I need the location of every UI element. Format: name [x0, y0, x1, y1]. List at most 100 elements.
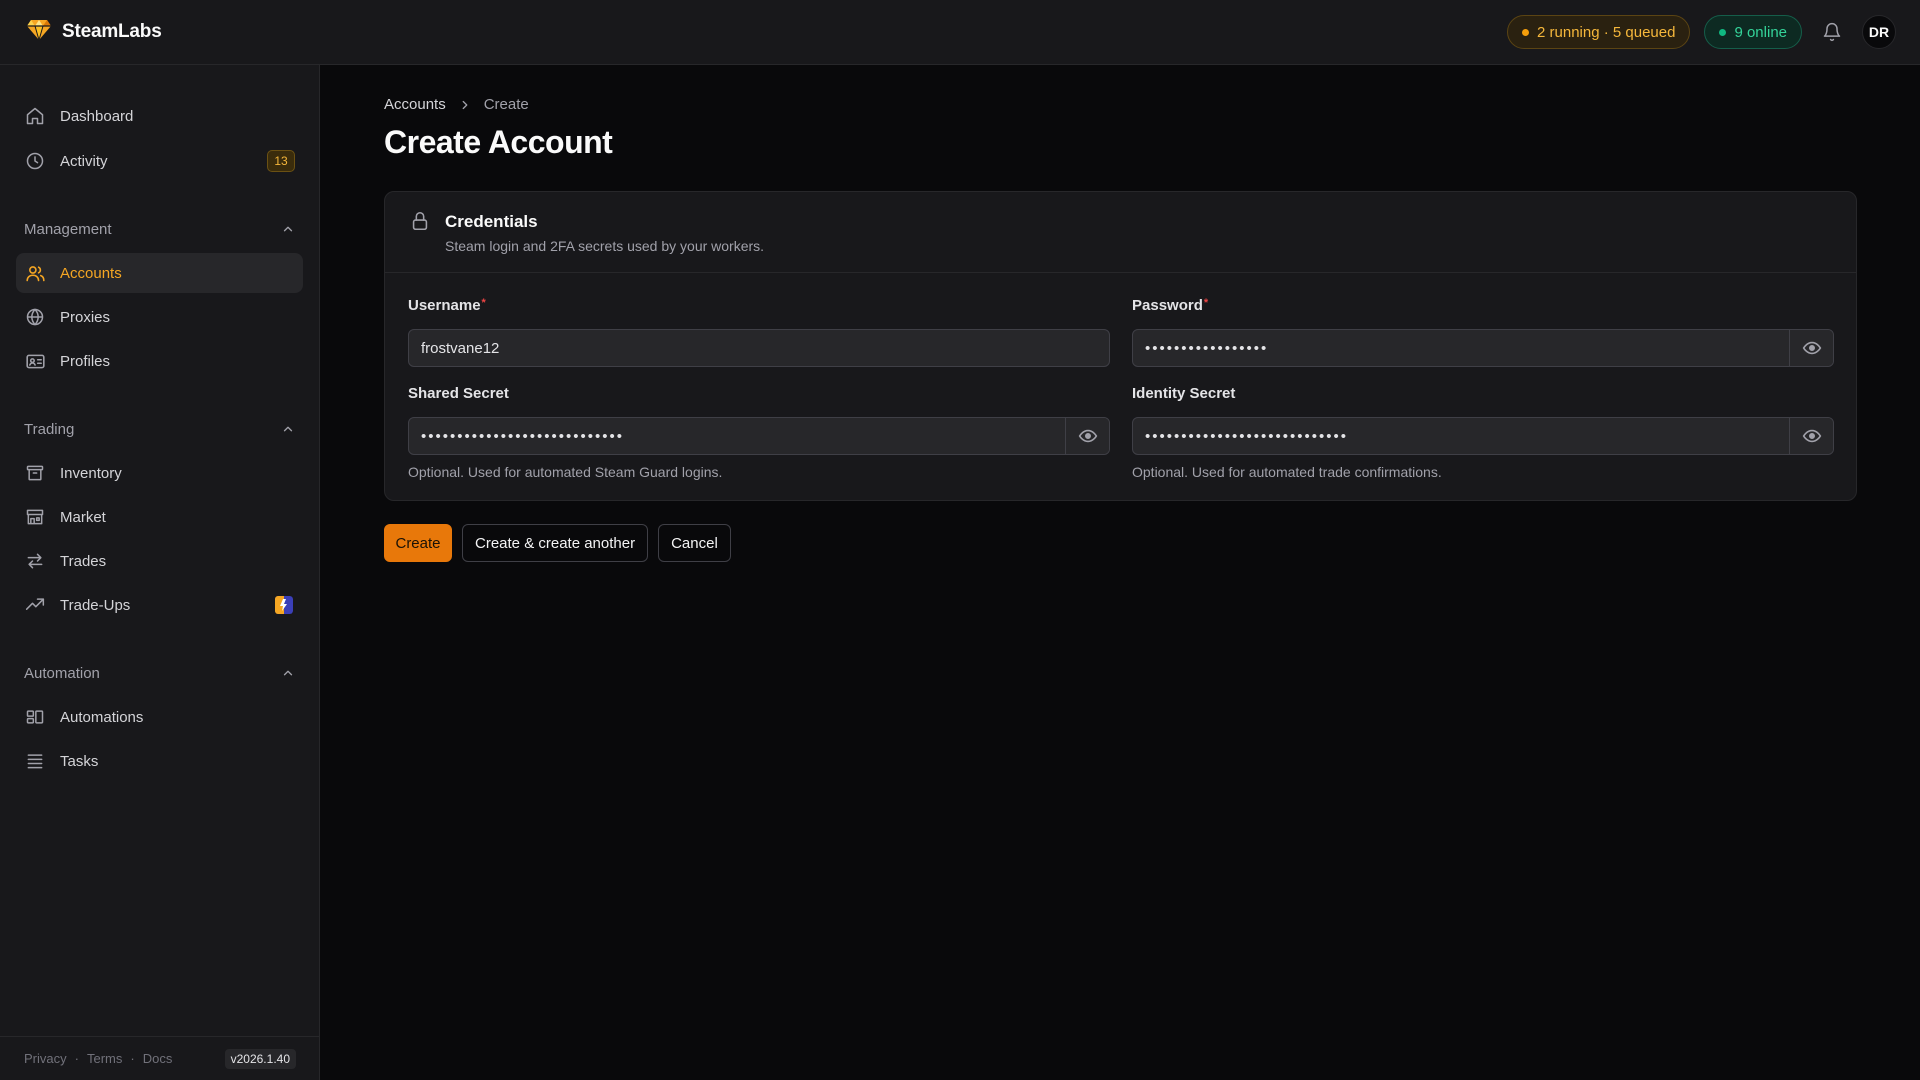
section-toggle-management[interactable]: Management	[24, 217, 295, 241]
form-actions: Create Create & create another Cancel	[384, 524, 731, 562]
diamond-logo-icon	[26, 19, 52, 45]
shared-secret-label: Shared Secret	[408, 385, 509, 402]
identity-secret-input[interactable]: ••••••••••••••••••••••••••••	[1133, 428, 1789, 445]
shared-secret-field-group: Shared Secret ••••••••••••••••••••••••••…	[408, 385, 1110, 480]
card-header: Credentials Steam login and 2FA secrets …	[385, 192, 1856, 273]
sidebar: Dashboard Activity 13 Management Account…	[0, 65, 320, 1080]
show-shared-secret-eye-icon[interactable]	[1065, 418, 1109, 454]
breadcrumb-accounts-link[interactable]: Accounts	[384, 96, 446, 113]
breadcrumb-current: Create	[483, 96, 529, 113]
chevron-up-icon	[281, 666, 295, 680]
section-title: Automation	[24, 664, 100, 682]
sidebar-item-label: Inventory	[60, 464, 122, 482]
footer-link-docs[interactable]: Docs	[143, 1051, 173, 1066]
sidebar-footer: Privacy · Terms · Docs v2026.1.40	[0, 1036, 320, 1080]
show-password-eye-icon[interactable]	[1789, 330, 1833, 366]
identity-secret-hint: Optional. Used for automated trade confi…	[1132, 464, 1442, 480]
top-bar: SteamLabs 2 running · 5 queued 9 online …	[0, 0, 1920, 65]
sidebar-item-label: Dashboard	[60, 107, 134, 125]
online-status-text: 9 online	[1734, 23, 1787, 41]
password-field-group: Password* •••••••••••••••••	[1132, 297, 1834, 367]
notifications-bell-icon[interactable]	[1816, 16, 1848, 48]
footer-separator: ·	[130, 1051, 135, 1066]
username-field-group: Username*	[408, 297, 1110, 367]
password-input[interactable]: •••••••••••••••••	[1133, 340, 1789, 357]
sidebar-item-inventory[interactable]: Inventory	[16, 453, 303, 493]
chevron-up-icon	[281, 222, 295, 236]
sidebar-item-activity[interactable]: Activity 13	[16, 141, 303, 181]
sidebar-item-label: Trades	[60, 552, 107, 570]
status-dot-icon	[1719, 28, 1727, 36]
layout-icon	[24, 706, 46, 728]
create-another-button[interactable]: Create & create another	[462, 524, 649, 562]
page-title: Create Account	[384, 124, 613, 160]
users-icon	[24, 262, 46, 284]
sidebar-item-label: Tasks	[60, 752, 99, 770]
username-input-wrap	[408, 329, 1110, 367]
footer-link-terms[interactable]: Terms	[87, 1051, 122, 1066]
clock-icon	[24, 150, 46, 172]
card-title: Credentials	[445, 212, 538, 231]
sidebar-item-label: Trade-Ups	[60, 596, 131, 614]
user-avatar[interactable]: DR	[1862, 15, 1896, 49]
status-dot-icon	[1522, 28, 1529, 36]
sidebar-item-tasks[interactable]: Tasks	[16, 741, 303, 781]
version-badge: v2026.1.40	[224, 1048, 296, 1069]
trending-up-icon	[24, 594, 46, 616]
footer-link-privacy[interactable]: Privacy	[24, 1051, 67, 1066]
sidebar-item-profiles[interactable]: Profiles	[16, 341, 303, 381]
username-label: Username*	[408, 297, 486, 314]
section-title: Trading	[24, 420, 75, 438]
home-icon	[24, 105, 46, 127]
lock-icon	[409, 209, 431, 237]
sidebar-item-proxies[interactable]: Proxies	[16, 297, 303, 337]
brand-name: SteamLabs	[62, 21, 162, 42]
sidebar-item-label: Profiles	[60, 352, 111, 370]
list-icon	[24, 750, 46, 772]
arrows-swap-icon	[24, 550, 46, 572]
sidebar-item-trades[interactable]: Trades	[16, 541, 303, 581]
id-card-icon	[24, 350, 46, 372]
shared-secret-input[interactable]: ••••••••••••••••••••••••••••	[409, 428, 1065, 445]
sidebar-item-market[interactable]: Market	[16, 497, 303, 537]
password-input-wrap: •••••••••••••••••	[1132, 329, 1834, 367]
archive-icon	[24, 462, 46, 484]
credentials-card: Credentials Steam login and 2FA secrets …	[384, 191, 1857, 501]
section-toggle-trading[interactable]: Trading	[24, 417, 295, 441]
identity-secret-input-wrap: ••••••••••••••••••••••••••••	[1132, 417, 1834, 455]
sidebar-item-label: Accounts	[60, 264, 122, 282]
shared-secret-hint: Optional. Used for automated Steam Guard…	[408, 464, 723, 480]
section-toggle-automation[interactable]: Automation	[24, 661, 295, 685]
queue-status-text: 2 running · 5 queued	[1537, 23, 1676, 41]
breadcrumb: Accounts Create	[384, 96, 529, 113]
sidebar-item-accounts[interactable]: Accounts	[16, 253, 303, 293]
username-input[interactable]	[409, 330, 1109, 366]
required-marker: *	[481, 297, 486, 309]
shared-secret-input-wrap: ••••••••••••••••••••••••••••	[408, 417, 1110, 455]
sidebar-item-label: Market	[60, 508, 106, 526]
create-button[interactable]: Create	[384, 524, 452, 562]
sidebar-item-label: Proxies	[60, 308, 111, 326]
show-identity-secret-eye-icon[interactable]	[1789, 418, 1833, 454]
sidebar-item-automations[interactable]: Automations	[16, 697, 303, 737]
store-icon	[24, 506, 46, 528]
section-title: Management	[24, 220, 112, 238]
sidebar-item-label: Automations	[60, 708, 144, 726]
chevron-up-icon	[281, 422, 295, 436]
online-status-badge[interactable]: 9 online	[1704, 15, 1802, 49]
activity-count-badge: 13	[267, 150, 295, 172]
password-label: Password*	[1132, 297, 1209, 314]
required-marker: *	[1203, 297, 1209, 309]
sidebar-item-label: Activity	[60, 152, 108, 170]
queue-status-badge[interactable]: 2 running · 5 queued	[1507, 15, 1691, 49]
new-feature-icon	[275, 596, 293, 614]
sidebar-item-trade-ups[interactable]: Trade-Ups	[16, 585, 303, 625]
brand[interactable]: SteamLabs	[26, 19, 162, 45]
card-subtitle: Steam login and 2FA secrets used by your…	[445, 238, 765, 254]
sidebar-item-dashboard[interactable]: Dashboard	[16, 96, 303, 136]
cancel-button[interactable]: Cancel	[658, 524, 731, 562]
identity-secret-label: Identity Secret	[1132, 385, 1236, 402]
globe-icon	[24, 306, 46, 328]
footer-separator: ·	[74, 1051, 79, 1066]
chevron-right-icon	[458, 98, 472, 112]
